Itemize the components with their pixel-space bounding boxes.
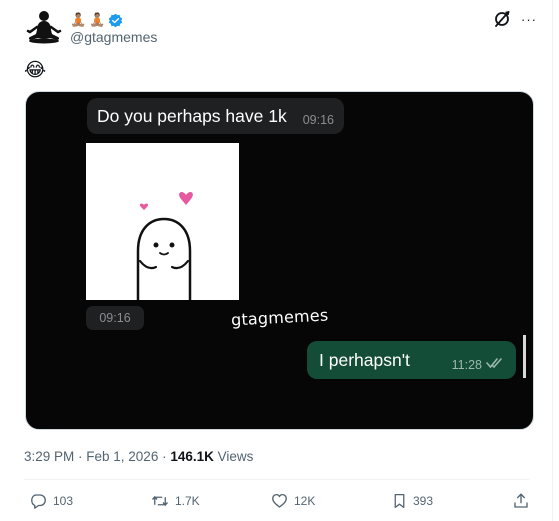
- handle[interactable]: @gtagmemes: [70, 29, 157, 45]
- double-check-icon: [486, 358, 502, 369]
- avatar[interactable]: [24, 10, 64, 44]
- image-message-time: 09:16: [86, 306, 144, 330]
- reply-icon: [31, 494, 46, 509]
- timestamp[interactable]: 3:29 PM · Feb 1, 2026 ·: [24, 449, 170, 464]
- scroll-indicator: [523, 335, 526, 378]
- column-border: [552, 0, 553, 521]
- share-button[interactable]: [512, 492, 530, 510]
- outgoing-message-bubble: I perhapsn't 11:28: [307, 341, 516, 379]
- tweet-meta: 3:29 PM · Feb 1, 2026 · 146.1K Views: [24, 449, 253, 464]
- bookmark-icon: [394, 493, 405, 509]
- incoming-message-bubble: Do you perhaps have 1k 09:16: [87, 98, 344, 134]
- incoming-message-text: Do you perhaps have 1k: [97, 105, 287, 126]
- reply-button[interactable]: 103: [29, 492, 73, 510]
- watermark: gtagmemes: [230, 305, 329, 330]
- top-actions: ···: [493, 10, 537, 28]
- bookmark-count: 393: [413, 494, 434, 508]
- share-icon: [514, 493, 528, 508]
- repost-button[interactable]: 1.7K: [150, 492, 200, 510]
- like-count: 12K: [294, 494, 316, 508]
- heart-icon: [179, 192, 193, 205]
- name-emoji-1: 🧘🏽: [70, 12, 87, 27]
- tweet-text: 😂: [24, 60, 47, 81]
- heart-icon: [139, 203, 149, 210]
- bookmark-button[interactable]: 393: [391, 492, 433, 510]
- repost-count: 1.7K: [175, 494, 200, 508]
- divider: [24, 479, 529, 480]
- tweet-media[interactable]: Do you perhaps have 1k 09:16 09:16 gtagm…: [25, 91, 534, 430]
- grok-icon[interactable]: [493, 10, 511, 28]
- more-icon[interactable]: ···: [521, 12, 537, 27]
- like-icon: [272, 493, 287, 508]
- display-name[interactable]: 🧘🏽 🧘🏽: [70, 12, 123, 28]
- outgoing-message-time: 11:28: [451, 358, 482, 372]
- sticker-image: [86, 143, 239, 302]
- reply-count: 103: [53, 494, 74, 508]
- like-button[interactable]: 12K: [270, 492, 315, 510]
- name-emoji-2: 🧘🏽: [89, 12, 106, 27]
- tweet-card: 🧘🏽 🧘🏽 @gtagmemes ··· 😂 Do you perhaps ha…: [0, 0, 559, 521]
- verified-badge-icon: [109, 13, 123, 27]
- incoming-message-time: 09:16: [302, 113, 334, 127]
- repost-icon: [151, 495, 169, 507]
- views-count: 146.1K: [170, 449, 214, 464]
- sticker-drawing: [136, 192, 193, 302]
- outgoing-message-text: I perhapsn't: [319, 349, 410, 370]
- meditation-avatar-icon: [26, 11, 62, 44]
- views-label: Views: [213, 449, 254, 464]
